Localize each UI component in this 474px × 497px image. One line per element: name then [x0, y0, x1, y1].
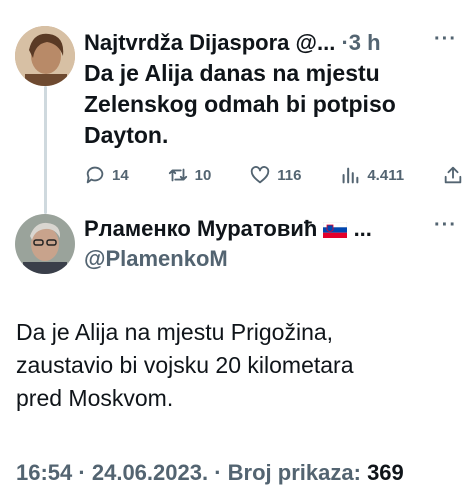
reply-icon: [86, 166, 104, 184]
tweet-text-line: zaustavio bi vojsku 20 kilometara: [16, 352, 354, 378]
slovenia-flag-icon: [323, 218, 348, 244]
share-button[interactable]: [442, 164, 464, 186]
views-label: Broj prikaza:: [227, 460, 361, 485]
post-time[interactable]: 3 h: [349, 30, 381, 55]
tweet-text-line: Zelenskog odmah bi potpiso: [84, 91, 396, 117]
retweet-icon: [168, 168, 187, 182]
tweet-text: Da je Alija danas na mjestu Zelenskog od…: [84, 58, 454, 151]
like-button[interactable]: 116: [249, 164, 301, 186]
post-date[interactable]: 24.06.2023.: [92, 460, 208, 485]
name-ellipsis: ...: [353, 216, 372, 241]
reply-count: 14: [112, 166, 129, 184]
tweet-text-line: Da je Alija na mjestu Prigožina,: [16, 319, 334, 345]
post-time[interactable]: 16:54: [16, 460, 72, 485]
thread-line: [44, 86, 47, 214]
reply-button[interactable]: 14: [84, 164, 129, 186]
like-icon: [251, 166, 270, 184]
views-count: 4.411: [367, 166, 405, 184]
display-name[interactable]: Najtvrdža Dijaspora @...: [84, 30, 335, 55]
avatar[interactable]: [15, 26, 75, 86]
retweet-count: 10: [194, 166, 212, 184]
tweet-text-line: Dayton.: [84, 122, 169, 148]
more-options-icon[interactable]: ···: [434, 28, 457, 51]
like-count: 116: [277, 166, 302, 184]
post-meta: 16:54 · 24.06.2023. · Broj prikaza: 369: [16, 460, 404, 485]
time-separator: ·: [341, 30, 349, 55]
views-button[interactable]: 4.411: [339, 164, 404, 186]
share-icon: [444, 166, 462, 184]
views-icon: [342, 167, 359, 184]
display-name[interactable]: Рламенко Муратовић: [84, 216, 317, 241]
avatar[interactable]: [15, 214, 75, 274]
tweet-text-line: pred Moskvom.: [16, 385, 174, 411]
user-handle[interactable]: @PlamenkoM: [84, 246, 228, 272]
tweet2-header: Рламенко Муратовић ...: [84, 216, 372, 244]
retweet-button[interactable]: 10: [167, 164, 212, 186]
tweet1-header: Najtvrdža Dijaspora @... ·3 h: [84, 30, 381, 56]
more-options-icon[interactable]: ···: [434, 214, 457, 237]
tweet-text: Da je Alija na mjestu Prigožina, zaustav…: [16, 316, 456, 415]
tweet-text-line: Da je Alija danas na mjestu: [84, 60, 380, 86]
action-bar: 14 10 116 4.411: [84, 160, 464, 190]
views-count: 369: [367, 460, 404, 485]
